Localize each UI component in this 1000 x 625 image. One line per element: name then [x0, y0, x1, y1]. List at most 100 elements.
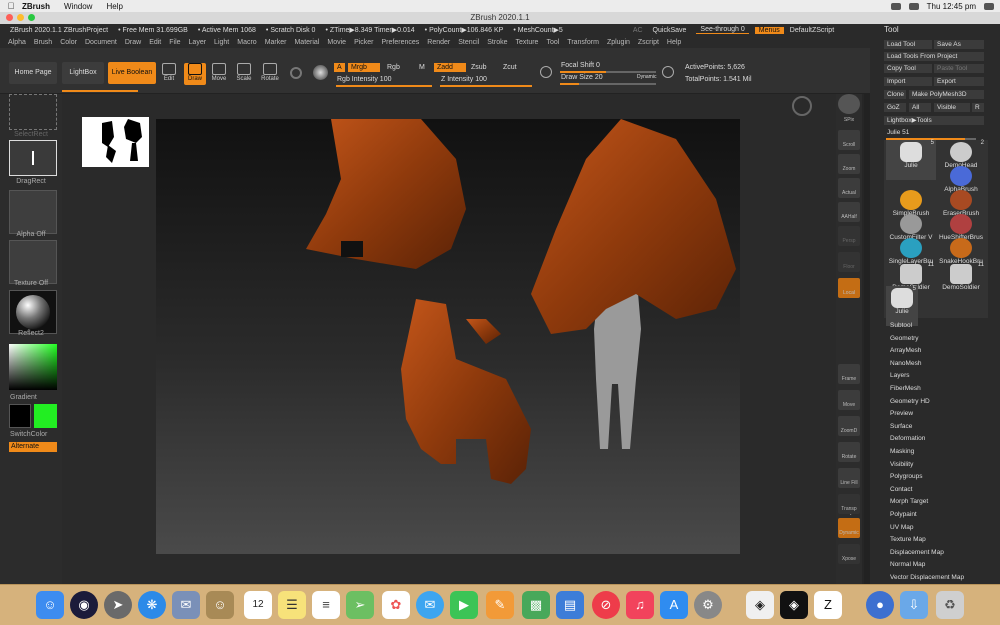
submenu-nanomesh[interactable]: NanoMesh: [884, 358, 988, 371]
submenu-geometry-hd[interactable]: Geometry HD: [884, 396, 988, 409]
current-tool-slider[interactable]: Julie 51: [884, 128, 984, 137]
scale-tool-button[interactable]: Scale: [233, 63, 255, 85]
zmenu-stencil[interactable]: Stencil: [458, 39, 479, 46]
zoom-icon[interactable]: [28, 14, 35, 21]
submenu-visibility[interactable]: Visibility: [884, 459, 988, 472]
safari-icon[interactable]: ❋: [138, 591, 166, 619]
secondary-color-swatch[interactable]: [34, 404, 57, 428]
menu-window[interactable]: Window: [64, 2, 92, 11]
appstore-icon[interactable]: A: [660, 591, 688, 619]
submenu-preview[interactable]: Preview: [884, 408, 988, 421]
z-intensity-slider[interactable]: Z Intensity 100: [438, 75, 490, 84]
material-ball-icon[interactable]: [313, 65, 328, 80]
color-picker[interactable]: [9, 344, 57, 390]
submenu-contact[interactable]: Contact: [884, 484, 988, 497]
wifi-icon[interactable]: [890, 2, 901, 10]
clock[interactable]: Thu 12:45 pm: [927, 2, 976, 11]
numbers-icon[interactable]: ▩: [522, 591, 550, 619]
notes-icon[interactable]: ☰: [278, 591, 306, 619]
make-polymesh-button[interactable]: Make PolyMesh3D: [909, 90, 984, 99]
frame-button[interactable]: Frame: [838, 364, 860, 384]
load-tool-button[interactable]: Load Tool: [884, 40, 932, 49]
zcut-button[interactable]: Zcut: [500, 63, 520, 72]
a-button[interactable]: A: [334, 63, 345, 72]
rgb-intensity-slider[interactable]: Rgb Intensity 100: [334, 75, 394, 84]
zmenu-texture[interactable]: Texture: [515, 39, 538, 46]
unity-icon[interactable]: ◈: [746, 591, 774, 619]
scroll-button[interactable]: Scroll: [838, 130, 860, 150]
zbrush-icon[interactable]: Z: [814, 591, 842, 619]
music-icon[interactable]: ♫: [626, 591, 654, 619]
m-button[interactable]: M: [416, 63, 428, 72]
xpose-button[interactable]: Xpose: [838, 544, 860, 564]
default-zscript-button[interactable]: DefaultZScript: [786, 27, 838, 34]
menu-app[interactable]: ZBrush: [22, 2, 50, 11]
zmenu-material[interactable]: Material: [294, 39, 319, 46]
lightbox-tools-button[interactable]: Lightbox▶Tools: [884, 116, 984, 125]
move-button[interactable]: Move: [838, 390, 860, 410]
submenu-uv-map[interactable]: UV Map: [884, 522, 988, 535]
draw-tool-button[interactable]: Draw: [184, 63, 206, 85]
zmenu-zplugin[interactable]: Zplugin: [607, 39, 630, 46]
submenu-vector-displacement-map[interactable]: Vector Displacement Map: [884, 572, 988, 585]
rgb-button[interactable]: Rgb: [384, 63, 403, 72]
visible-button[interactable]: Visible: [934, 103, 970, 112]
maps-icon[interactable]: ➢: [346, 591, 374, 619]
zmenu-help[interactable]: Help: [667, 39, 681, 46]
submenu-deformation[interactable]: Deformation: [884, 433, 988, 446]
solo-button[interactable]: Dynamic Solo: [838, 518, 860, 566]
home-page-button[interactable]: Home Page: [9, 62, 57, 84]
tool-julie[interactable]: Julie 5: [886, 140, 936, 180]
zmenu-preferences[interactable]: Preferences: [382, 39, 420, 46]
aahalf-button[interactable]: AAHalf: [838, 202, 860, 222]
tool-demosoldier-2[interactable]: DemoSoldier 11: [936, 262, 986, 302]
submenu-texture-map[interactable]: Texture Map: [884, 534, 988, 547]
apple-icon[interactable]: : [0, 1, 22, 11]
r-button[interactable]: R: [972, 103, 984, 112]
submenu-morph-target[interactable]: Morph Target: [884, 496, 988, 509]
submenu-subtool[interactable]: Subtool: [884, 320, 988, 333]
zmenu-stroke[interactable]: Stroke: [487, 39, 507, 46]
primary-color-swatch[interactable]: [9, 404, 31, 428]
close-icon[interactable]: [6, 14, 13, 21]
see-through-slider[interactable]: See-through 0: [696, 26, 749, 34]
submenu-polypaint[interactable]: Polypaint: [884, 509, 988, 522]
zmenu-picker[interactable]: Picker: [354, 39, 373, 46]
submenu-displacement-map[interactable]: Displacement Map: [884, 547, 988, 560]
tool-panel-header[interactable]: Tool: [870, 24, 1000, 36]
submenu-normal-map[interactable]: Normal Map: [884, 559, 988, 572]
drag-rect-icon[interactable]: [9, 140, 57, 176]
sphere-icon[interactable]: [290, 67, 302, 79]
zmenu-macro[interactable]: Macro: [237, 39, 256, 46]
submenu-surface[interactable]: Surface: [884, 421, 988, 434]
submenu-layers[interactable]: Layers: [884, 370, 988, 383]
zoom3d-button[interactable]: ZoomD: [838, 416, 860, 436]
zmenu-movie[interactable]: Movie: [327, 39, 346, 46]
dynamic-toggle[interactable]: Dynamic: [634, 73, 659, 82]
focal-shift-slider[interactable]: Focal Shift 0: [558, 61, 603, 70]
zsub-button[interactable]: Zsub: [468, 63, 490, 72]
switch-color-label[interactable]: SwitchColor: [0, 431, 62, 438]
navigator-thumbnail[interactable]: [82, 117, 149, 167]
all-button[interactable]: All: [909, 103, 931, 112]
zmenu-zscript[interactable]: Zscript: [638, 39, 659, 46]
preferences-icon[interactable]: ⚙: [694, 591, 722, 619]
local-button[interactable]: Local: [838, 278, 860, 298]
quicksave-button[interactable]: QuickSave: [649, 27, 691, 34]
mail-icon[interactable]: ✉: [172, 591, 200, 619]
d-icon[interactable]: [662, 66, 674, 78]
alternate-button[interactable]: Alternate: [9, 442, 57, 452]
siri-icon[interactable]: ◉: [70, 591, 98, 619]
submenu-masking[interactable]: Masking: [884, 446, 988, 459]
menus-button[interactable]: Menus: [754, 26, 784, 34]
texture-selector[interactable]: [9, 240, 57, 284]
zmenu-light[interactable]: Light: [214, 39, 229, 46]
alpha-selector[interactable]: [9, 190, 57, 234]
submenu-fibermesh[interactable]: FiberMesh: [884, 383, 988, 396]
zmenu-file[interactable]: File: [169, 39, 180, 46]
save-as-button[interactable]: Save As: [934, 40, 984, 49]
globe-icon[interactable]: ●: [866, 591, 894, 619]
polyf-button[interactable]: Line Fill PolyF: [838, 468, 860, 516]
contacts-icon[interactable]: ☺: [206, 591, 234, 619]
zmenu-alpha[interactable]: Alpha: [8, 39, 26, 46]
